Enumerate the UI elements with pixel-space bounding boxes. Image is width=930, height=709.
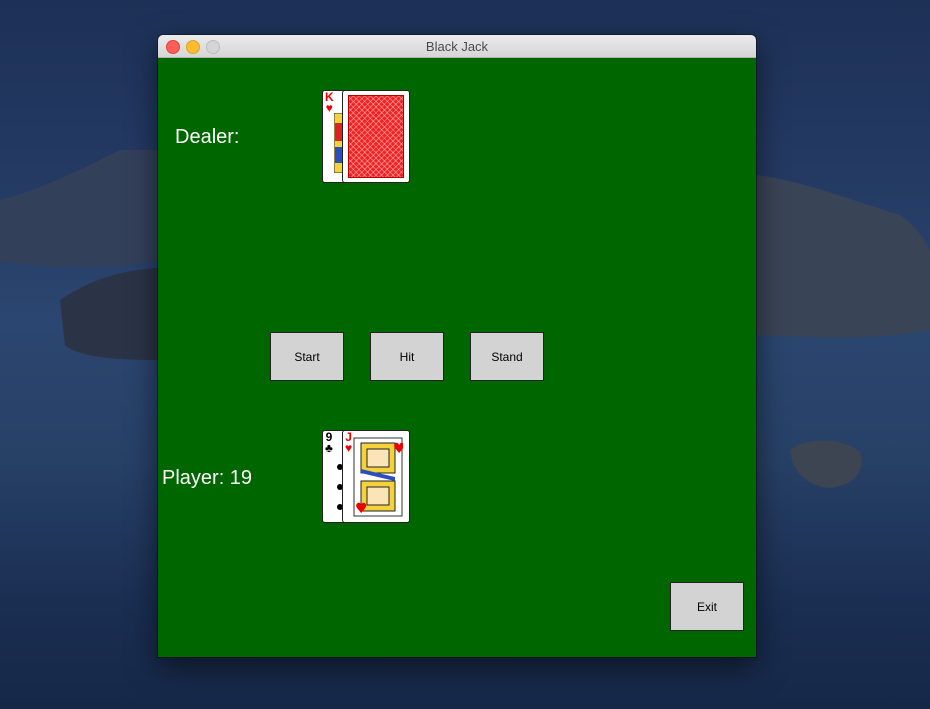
exit-button[interactable]: Exit bbox=[670, 582, 744, 631]
hit-button[interactable]: Hit bbox=[370, 332, 444, 381]
player-card-1-corner: 9 ♣ bbox=[325, 431, 333, 455]
dealer-card-suit: ♥ bbox=[325, 101, 333, 115]
player-card-2-corner: J ♥ bbox=[345, 431, 353, 455]
start-button[interactable]: Start bbox=[270, 332, 344, 381]
player-score-label: Player: 19 bbox=[162, 467, 253, 489]
svg-text:♥: ♥ bbox=[393, 441, 403, 457]
player-card-1-suit: ♣ bbox=[325, 441, 333, 455]
svg-text:♥: ♥ bbox=[355, 501, 368, 517]
blackjack-window: Black Jack Dealer: K ♥ Start Hit Stand P… bbox=[158, 35, 756, 657]
card-back-pattern bbox=[348, 95, 404, 178]
dealer-card-corner: K ♥ bbox=[325, 91, 334, 115]
card-table: Dealer: K ♥ Start Hit Stand Player: 19 9… bbox=[158, 58, 756, 657]
window-title: Black Jack bbox=[425, 39, 489, 54]
player-card-2-suit: ♥ bbox=[345, 441, 353, 455]
dealer-card-face-down bbox=[342, 90, 410, 183]
stand-button[interactable]: Stand bbox=[470, 332, 544, 381]
dealer-label: Dealer: bbox=[175, 126, 240, 148]
title-bar[interactable]: Black Jack bbox=[158, 35, 756, 58]
jack-face-art: ♥ ♥ bbox=[353, 437, 403, 517]
player-card-jack-hearts: J ♥ ♥ ♥ bbox=[342, 430, 410, 523]
